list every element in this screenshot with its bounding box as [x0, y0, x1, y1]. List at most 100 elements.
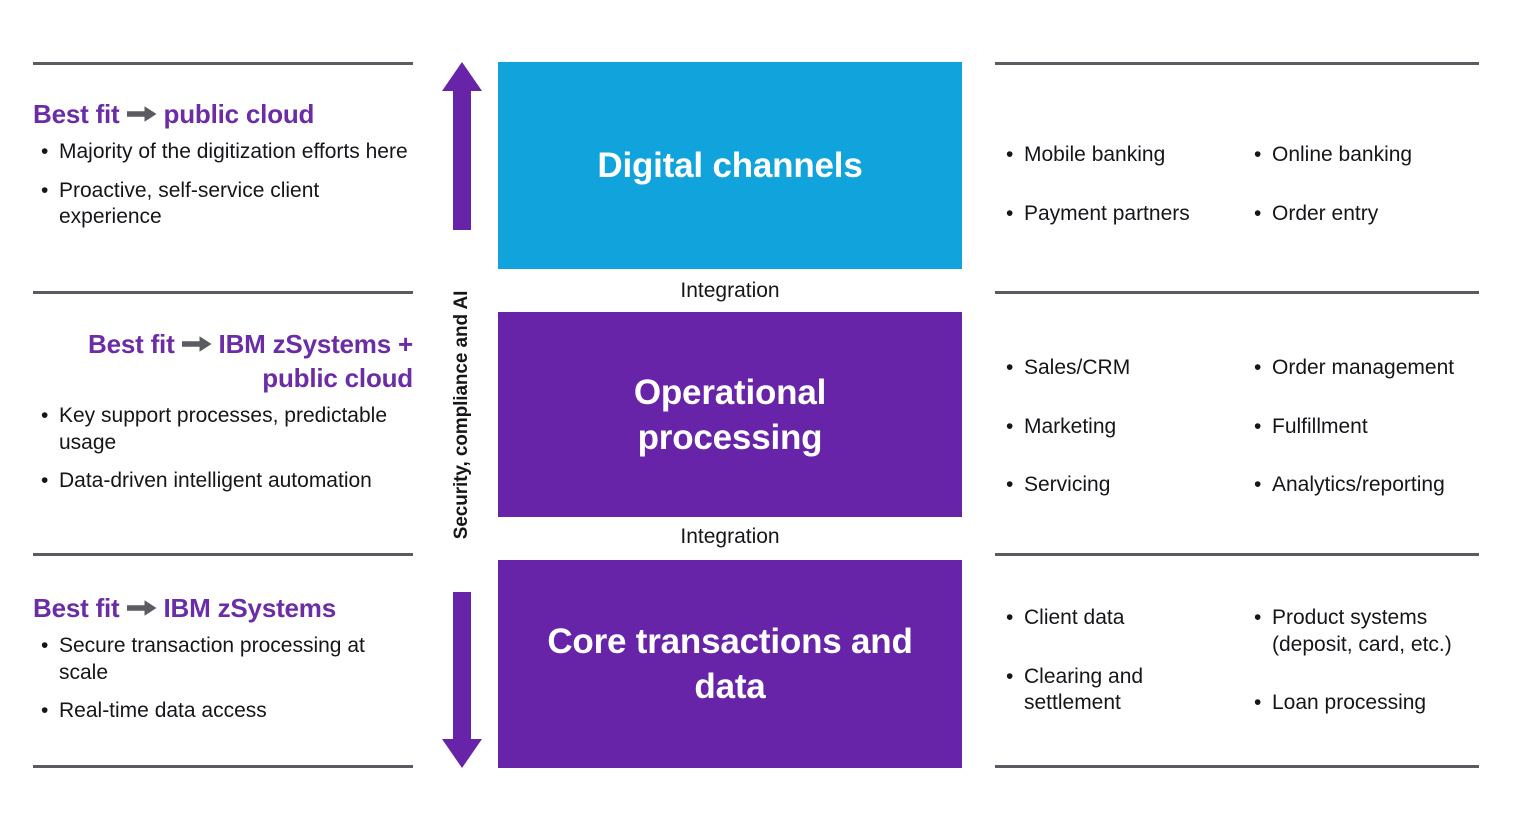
right-list-operational-processing-col1: • Sales/CRM • Marketing • Servicing	[1000, 355, 1240, 531]
list-item: • Mobile banking	[1000, 142, 1240, 169]
left-panel-digital-channels: Best fit public cloud • Majority of the di…	[33, 98, 413, 243]
bullet-dot-icon: •	[1006, 414, 1014, 438]
left-bullets-1: • Majority of the digitization efforts he…	[33, 139, 413, 231]
list-item: • Key support processes, predictable usag…	[33, 403, 413, 456]
list-item: • Clearing and settlement	[1000, 664, 1230, 717]
best-fit-target-1: public cloud	[163, 99, 315, 129]
bullet-text: Proactive, self-service client experienc…	[59, 178, 320, 229]
bullet-dot-icon: •	[1254, 201, 1262, 225]
layer-title: Core transactions and data	[547, 622, 913, 706]
best-fit-heading-2: Best fit IBM zSystems + public cloud	[33, 328, 413, 394]
bullet-dot-icon: •	[1254, 606, 1262, 629]
right-list-core-transactions-col1: • Client data • Clearing and settlement	[1000, 605, 1230, 749]
bullet-text: Clearing and settlement	[1024, 664, 1144, 715]
right-rule-top-2	[995, 291, 1479, 294]
right-rule-top-1	[995, 62, 1479, 65]
bullet-dot-icon: •	[1006, 606, 1014, 629]
security-compliance-axis: Security, compliance and AI	[441, 62, 483, 768]
bullet-dot-icon: •	[1006, 201, 1014, 225]
bullet-dot-icon: •	[41, 404, 49, 428]
layer-title: Digital channels	[597, 146, 863, 185]
axis-label: Security, compliance and AI	[451, 290, 472, 540]
best-fit-target-3: IBM zSystems	[163, 593, 337, 623]
right-arrow-icon	[181, 328, 212, 360]
list-item: • Sales/CRM	[1000, 355, 1240, 382]
bullet-dot-icon: •	[1254, 473, 1262, 496]
bullet-dot-icon: •	[41, 699, 49, 723]
best-fit-prefix-2: Best fit	[88, 329, 175, 359]
right-list-digital-channels-col1: • Mobile banking • Payment partners	[1000, 142, 1240, 259]
bullet-dot-icon: •	[41, 634, 49, 658]
bullet-text: Product systems (deposit, card, etc.)	[1272, 606, 1452, 656]
bullet-dot-icon: •	[1006, 356, 1014, 379]
right-rule-bottom	[995, 765, 1479, 768]
bullet-text: Online banking	[1272, 143, 1413, 166]
left-rule-top-2	[33, 291, 413, 294]
bullet-text: Servicing	[1024, 473, 1111, 496]
left-panel-operational-processing: Best fit IBM zSystems + public cloud • Key…	[33, 328, 413, 507]
list-item: • Online banking	[1248, 142, 1488, 169]
list-item: • Marketing	[1000, 414, 1240, 441]
bullet-text: Mobile banking	[1024, 143, 1166, 166]
right-rule-top-3	[995, 553, 1479, 556]
bullet-dot-icon: •	[1006, 664, 1014, 688]
bullet-dot-icon: •	[1254, 143, 1262, 166]
bullet-text: Loan processing	[1272, 691, 1427, 714]
left-bullets-2: • Key support processes, predictable usag…	[33, 403, 413, 495]
list-item: • Data-driven intelligent automation	[33, 468, 413, 495]
right-list-operational-processing-col2: • Order management • Fulfillment • Analytic…	[1248, 355, 1493, 531]
bullet-dot-icon: •	[1254, 356, 1262, 379]
list-item: • Client data	[1000, 605, 1230, 632]
list-item: • Secure transaction processing at scale	[33, 633, 413, 686]
best-fit-heading-1: Best fit public cloud	[33, 98, 413, 132]
bullet-text: Analytics/reporting	[1272, 473, 1445, 496]
bullet-text: Real-time data access	[59, 699, 267, 723]
bullet-dot-icon: •	[41, 469, 49, 493]
bullet-text: Fulfillment	[1272, 414, 1368, 438]
left-rule-top-3	[33, 553, 413, 556]
bullet-text: Marketing	[1024, 414, 1117, 438]
diagram-canvas: Best fit public cloud • Majority of the di…	[0, 0, 1517, 828]
layer-title: Operational processing	[633, 372, 827, 457]
layer-box-digital-channels[interactable]: Digital channels	[498, 62, 962, 269]
left-panel-core-transactions: Best fit IBM zSystems • Secure transaction…	[33, 592, 413, 737]
list-item: • Payment partners	[1000, 201, 1240, 228]
bullet-dot-icon: •	[1254, 414, 1262, 438]
integration-label-2: Integration	[680, 525, 780, 548]
bullet-dot-icon: •	[1006, 143, 1014, 166]
bullet-text: Key support processes, predictable usage	[59, 404, 388, 454]
integration-label-1: Integration	[680, 279, 780, 302]
best-fit-prefix-3: Best fit	[33, 593, 120, 623]
list-item: • Servicing	[1000, 472, 1240, 499]
best-fit-heading-3: Best fit IBM zSystems	[33, 592, 413, 626]
right-arrow-icon	[126, 592, 157, 624]
left-bullets-3: • Secure transaction processing at scale …	[33, 633, 413, 725]
list-item: • Majority of the digitization efforts he…	[33, 139, 413, 166]
list-item: • Loan processing	[1248, 690, 1493, 717]
best-fit-target-2: IBM zSystems + public cloud	[218, 329, 414, 394]
bullet-text: Sales/CRM	[1024, 356, 1131, 379]
bullet-text: Order entry	[1272, 201, 1379, 225]
list-item: • Fulfillment	[1248, 414, 1493, 441]
bullet-text: Client data	[1024, 606, 1125, 629]
bullet-text: Majority of the digitization efforts her…	[59, 140, 408, 164]
list-item: • Order entry	[1248, 201, 1488, 228]
best-fit-prefix-1: Best fit	[33, 99, 120, 129]
list-item: • Proactive, self-service client experien…	[33, 178, 413, 231]
list-item: • Real-time data access	[33, 698, 413, 725]
right-list-digital-channels-col2: • Online banking • Order entry	[1248, 142, 1488, 259]
right-arrow-icon	[126, 98, 157, 130]
bullet-dot-icon: •	[1006, 473, 1014, 496]
left-rule-bottom	[33, 765, 413, 768]
list-item: • Order management	[1248, 355, 1493, 382]
bullet-text: Payment partners	[1024, 201, 1190, 225]
bullet-dot-icon: •	[41, 140, 49, 164]
bullet-text: Data-driven intelligent automation	[59, 469, 372, 493]
layer-box-operational-processing[interactable]: Operational processing	[498, 312, 962, 517]
left-rule-top-1	[33, 62, 413, 65]
list-item: • Product systems (deposit, card, etc.)	[1248, 605, 1493, 658]
layer-box-core-transactions[interactable]: Core transactions and data	[498, 560, 962, 768]
right-list-core-transactions-col2: • Product systems (deposit, card, etc.) •…	[1248, 605, 1493, 749]
list-item: • Analytics/reporting	[1248, 472, 1493, 499]
bullet-text: Order management	[1272, 356, 1455, 379]
